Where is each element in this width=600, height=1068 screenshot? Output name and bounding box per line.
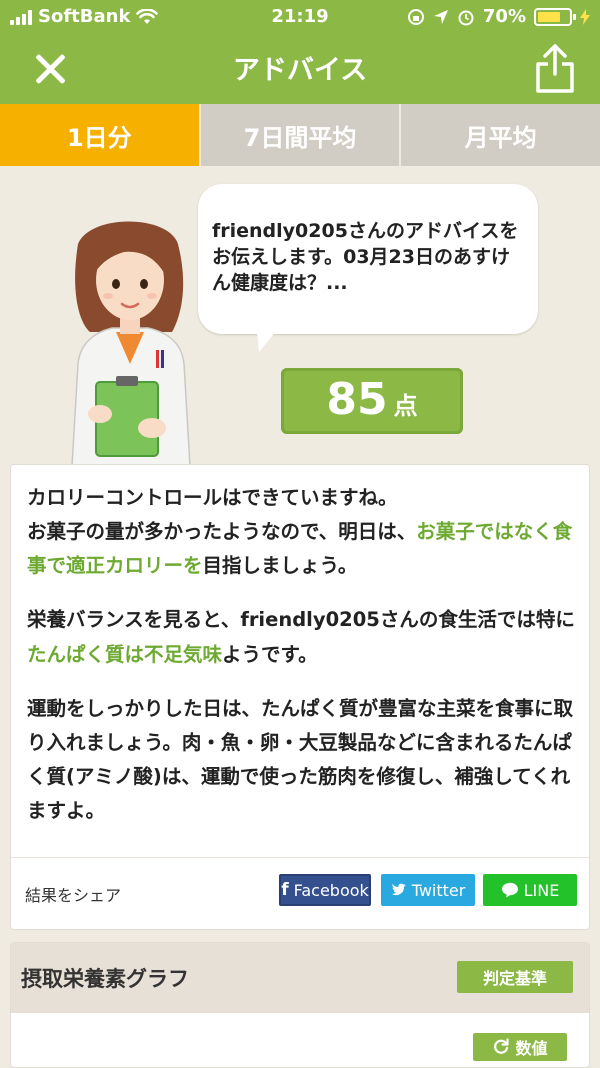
nutrient-graph-section: 摂取栄養素グラフ 判定基準 数値	[10, 942, 590, 1068]
advisor-illustration	[71, 221, 191, 466]
status-bar: SoftBank 21:19 70%	[0, 0, 600, 34]
tab-7day-average[interactable]: 7日間平均	[201, 104, 402, 166]
app-header: アドバイス	[0, 34, 600, 104]
advice-card: カロリーコントロールはできていますね。 お菓子の量が多かったようなので、明日は、…	[10, 464, 590, 930]
nutrient-graph-title: 摂取栄養素グラフ	[21, 967, 189, 991]
nutrient-graph-header: 摂取栄養素グラフ 判定基準	[11, 943, 589, 1013]
share-label: 結果をシェア	[25, 886, 122, 905]
advice-speech-bubble: friendly0205さんのアドバイスをお伝えします。03月23日のあすけん健…	[198, 184, 538, 334]
twitter-bird-icon	[391, 883, 406, 896]
orientation-lock-icon	[407, 8, 424, 25]
advisor-hero: friendly0205さんのアドバイスをお伝えします。03月23日のあすけん健…	[0, 166, 600, 466]
score-value: 85	[326, 374, 388, 425]
advice-paragraph-3: 運動をしっかりした日は、たんぱく質が豊富な主菜を食事に取り入れましょう。肉・魚・…	[27, 696, 574, 822]
location-icon	[433, 9, 448, 24]
tab-monthly-average[interactable]: 月平均	[401, 104, 600, 166]
tab-1day[interactable]: 1日分	[0, 104, 201, 166]
page-title: アドバイス	[232, 55, 368, 86]
line-chat-icon	[501, 882, 518, 898]
advice-paragraph-2: 栄養バランスを見ると、friendly0205さんの食生活では特にたんぱく質は不…	[27, 608, 575, 666]
facebook-share-button[interactable]: f Facebook	[279, 874, 371, 906]
period-tabs: 1日分 7日間平均 月平均	[0, 104, 600, 166]
advice-highlight-2: たんぱく質は不足気味	[27, 642, 223, 666]
criteria-button[interactable]: 判定基準	[457, 961, 573, 993]
refresh-icon	[494, 1038, 510, 1054]
advice-text: カロリーコントロールはできていますね。 お菓子の量が多かったようなので、明日は、…	[11, 465, 589, 828]
facebook-icon: f	[281, 880, 289, 900]
charging-icon	[580, 8, 590, 25]
line-share-button[interactable]: LINE	[483, 874, 577, 906]
twitter-share-button[interactable]: Twitter	[381, 874, 475, 906]
share-row: 結果をシェア f Facebook Twitter LINE	[11, 857, 589, 929]
battery-percent: 70%	[482, 6, 526, 27]
score-unit: 点	[393, 392, 418, 420]
advice-paragraph-1: カロリーコントロールはできていますね。 お菓子の量が多かったようなので、明日は、…	[27, 486, 573, 578]
share-icon[interactable]	[532, 42, 578, 94]
health-score: 85 点	[281, 368, 463, 434]
value-toggle-button[interactable]: 数値	[473, 1033, 567, 1061]
top-bar: SoftBank 21:19 70% アドバイス	[0, 0, 600, 104]
battery-icon	[534, 7, 576, 26]
bubble-tail	[257, 330, 277, 352]
alarm-icon	[458, 10, 474, 25]
